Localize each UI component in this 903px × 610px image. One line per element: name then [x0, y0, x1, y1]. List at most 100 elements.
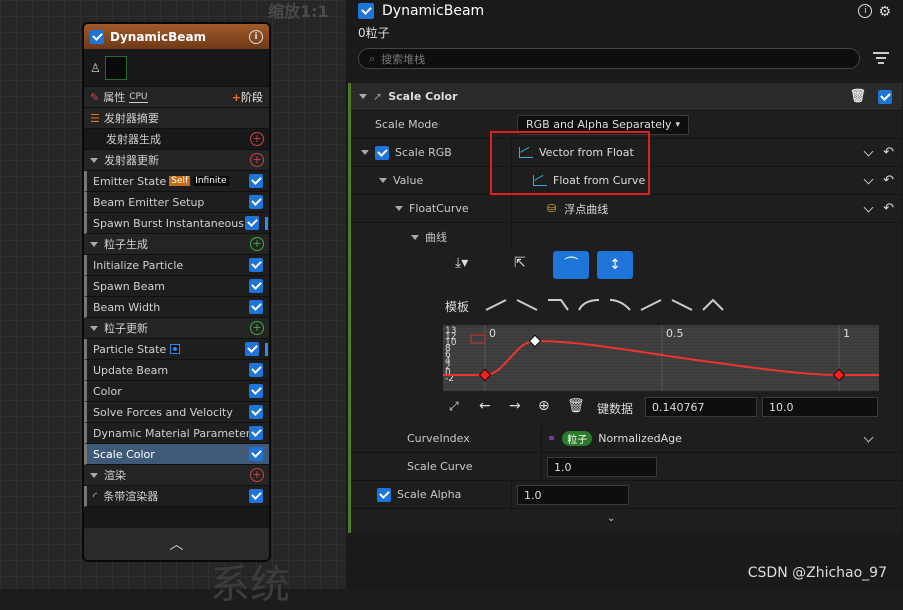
add-module-icon[interactable]: +	[250, 468, 264, 482]
filter-icon[interactable]	[873, 52, 889, 64]
curve-template-button[interactable]	[671, 298, 693, 312]
curve-template-button[interactable]	[640, 298, 662, 312]
arrow-left-icon[interactable]: ←	[479, 398, 491, 414]
emitter-thumbnail[interactable]	[104, 55, 127, 80]
module-checkbox[interactable]	[245, 216, 259, 230]
expand-arrow-icon[interactable]	[359, 94, 367, 99]
import-icon[interactable]: ⤓▾	[455, 255, 468, 271]
module-checkbox[interactable]	[249, 489, 263, 503]
module-checkbox[interactable]	[245, 342, 259, 356]
reset-icon[interactable]: ↶	[883, 201, 894, 216]
add-module-icon[interactable]: +	[250, 321, 264, 335]
expand-arrow-icon[interactable]	[395, 206, 403, 211]
curve-template-button[interactable]	[485, 298, 507, 312]
module-checkbox[interactable]	[249, 258, 263, 272]
curve-template-button[interactable]	[516, 298, 538, 312]
module-checkbox[interactable]	[249, 279, 263, 293]
node-header[interactable]: DynamicBeam i	[84, 24, 269, 49]
stack-row[interactable]: 粒子更新 +	[84, 318, 269, 339]
gear-icon[interactable]: ⚙	[878, 4, 891, 20]
stack-row[interactable]: Solve Forces and Velocity	[84, 402, 269, 423]
module-checkbox[interactable]	[249, 363, 263, 377]
stack-row[interactable]: Spawn Beam	[84, 276, 269, 297]
trash-icon[interactable]: 🗑	[849, 89, 866, 104]
stack-row[interactable]: Beam Emitter Setup	[84, 192, 269, 213]
curve-template-button[interactable]	[609, 298, 631, 312]
add-module-icon[interactable]: +	[250, 153, 264, 167]
module-checkbox[interactable]	[249, 447, 263, 461]
stack-row-label: Particle State	[93, 342, 167, 356]
stack-row[interactable]: Initialize Particle	[84, 255, 269, 276]
add-stage-button[interactable]: +阶段	[232, 89, 263, 105]
curve-editor[interactable]: 0 0.5 113121086420-2	[443, 325, 879, 391]
add-module-icon[interactable]: +	[250, 132, 264, 146]
open-external-icon[interactable]: ⇱	[514, 255, 526, 271]
scale-rgb-checkbox[interactable]	[375, 145, 389, 160]
emitter-enable-checkbox[interactable]	[90, 29, 104, 44]
expand-arrow-icon[interactable]	[361, 150, 369, 155]
expand-arrow-icon[interactable]	[379, 178, 387, 183]
chevron-down-icon[interactable]	[863, 146, 874, 157]
scale-alpha-field[interactable]: 1.0	[517, 485, 629, 505]
props-row[interactable]: ✎ 属性 CPU +阶段	[84, 87, 269, 108]
search-input[interactable]: ⌕ 搜索堆栈	[358, 48, 860, 69]
module-checkbox[interactable]	[249, 426, 263, 440]
category-scale-color[interactable]: ➚ Scale Color 🗑	[351, 83, 902, 111]
stack-row[interactable]: Scale Color	[84, 444, 269, 465]
stack-row[interactable]: ◜ 条带渲染器	[84, 486, 269, 507]
collapse-button[interactable]: ︿	[84, 528, 269, 560]
arrow-right-icon[interactable]: →	[509, 398, 521, 414]
stack-row[interactable]: Emitter State Self Infinite	[84, 171, 269, 192]
stack-row-label: Beam Width	[93, 300, 161, 314]
floatcurve-selector[interactable]: ⛁ 浮点曲线	[547, 201, 608, 217]
module-checkbox[interactable]	[249, 174, 263, 188]
module-checkbox[interactable]	[249, 195, 263, 209]
chevron-down-icon[interactable]	[863, 432, 874, 443]
stack-row[interactable]: 渲染 +	[84, 465, 269, 486]
expand-arrow-icon[interactable]	[90, 157, 98, 163]
stack-row[interactable]: 发射器生成 +	[84, 129, 269, 150]
stack-row[interactable]: 发射器更新 +	[84, 150, 269, 171]
expand-arrow-icon[interactable]	[90, 241, 98, 247]
reset-icon[interactable]: ↶	[883, 173, 894, 188]
stack-row[interactable]: Update Beam	[84, 360, 269, 381]
stack-row[interactable]: Dynamic Material Parameters	[84, 423, 269, 444]
stack-row[interactable]: Beam Width	[84, 297, 269, 318]
info-icon[interactable]: i	[858, 4, 873, 18]
expand-arrow-icon[interactable]	[90, 325, 98, 331]
chevron-down-icon[interactable]: ⌄	[607, 513, 615, 524]
emitter-node[interactable]: DynamicBeam i ♙ ✎ 属性 CPU +阶段 ☰ 发射器摘要 发射器…	[82, 22, 271, 562]
panel-enable-checkbox[interactable]	[358, 3, 374, 19]
stack-row[interactable]: Color	[84, 381, 269, 402]
reset-icon[interactable]: ↶	[883, 145, 894, 160]
curve-template-button[interactable]	[547, 298, 569, 312]
curve-index-selector[interactable]: ⚭ 粒子 NormalizedAge	[547, 431, 682, 446]
module-checkbox[interactable]	[249, 300, 263, 314]
curve-template-button[interactable]	[702, 298, 724, 312]
module-enable-checkbox[interactable]	[878, 89, 892, 104]
expand-arrow-icon[interactable]	[411, 234, 419, 240]
delete-key-icon[interactable]: 🗑	[567, 398, 585, 414]
stack-row[interactable]: Spawn Burst Instantaneous	[84, 213, 269, 234]
chevron-down-icon[interactable]	[863, 202, 874, 213]
chevron-down-icon[interactable]	[863, 174, 874, 185]
key-time-field[interactable]: 0.140767	[645, 397, 757, 417]
module-checkbox[interactable]	[249, 384, 263, 398]
key-value-field[interactable]: 10.0	[762, 397, 878, 417]
module-icon: ➚	[373, 90, 383, 103]
expand-icon[interactable]: ⤢	[449, 399, 459, 414]
scale-curve-field[interactable]: 1.0	[547, 457, 657, 477]
curve-mode-flat-button[interactable]: ⏜	[553, 251, 589, 279]
curve-mode-fit-button[interactable]: ↕	[597, 251, 633, 279]
add-module-icon[interactable]: +	[250, 237, 264, 251]
add-key-icon[interactable]: ⊕	[538, 398, 550, 414]
expand-arrow-icon[interactable]	[90, 472, 98, 478]
module-checkbox[interactable]	[249, 405, 263, 419]
info-icon[interactable]: i	[249, 29, 263, 44]
stack-row[interactable]: Particle State	[84, 339, 269, 360]
node-graph-canvas[interactable]: 缩放1:1 系统 DynamicBeam i ♙ ✎ 属性 CPU +阶段 ☰ …	[0, 0, 346, 608]
stack-row[interactable]: 粒子生成 +	[84, 234, 269, 255]
curve-template-button[interactable]	[578, 298, 600, 312]
scale-alpha-checkbox[interactable]	[377, 487, 391, 502]
summary-row[interactable]: ☰ 发射器摘要	[84, 108, 269, 129]
